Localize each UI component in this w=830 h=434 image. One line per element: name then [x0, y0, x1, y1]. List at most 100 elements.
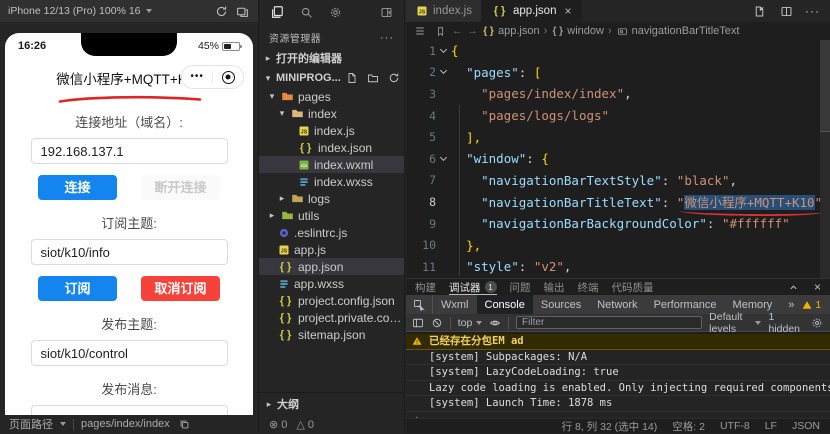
- collapse-sidebar-icon[interactable]: [378, 4, 394, 20]
- tree-item-index-wxss[interactable]: index.wxss: [259, 173, 404, 190]
- warning-icon: !: [412, 336, 422, 351]
- outline-list-icon[interactable]: [412, 23, 428, 39]
- subscribe-button[interactable]: 订阅: [38, 276, 117, 301]
- fold-toggle[interactable]: [436, 153, 451, 161]
- devtools-tab-console[interactable]: Console: [476, 295, 533, 314]
- chevron-down-icon[interactable]: [60, 422, 66, 426]
- open-preview-icon[interactable]: [751, 3, 767, 19]
- more-actions-icon[interactable]: ···: [805, 4, 820, 18]
- eye-icon[interactable]: [489, 315, 501, 331]
- fold-toggle[interactable]: [436, 67, 451, 75]
- status-indentation[interactable]: 空格: 2: [672, 419, 705, 434]
- devtools-tabbar: Wxml Console Sources Network Performance Memo…: [406, 295, 830, 314]
- panel-tab-代码质量[interactable]: 代码质量: [612, 279, 654, 295]
- tree-item-index-js[interactable]: JS index.js: [259, 122, 404, 139]
- tree-item-utils[interactable]: ▸ utils: [259, 207, 404, 224]
- panel-close-icon[interactable]: ×: [814, 280, 821, 294]
- tree-item-project-private-config-js[interactable]: { } project.private.config.js...: [259, 309, 404, 326]
- tree-item-app-json[interactable]: { } app.json: [259, 258, 404, 275]
- nav-back-icon[interactable]: ←: [452, 25, 463, 37]
- nav-forward-icon[interactable]: →: [467, 25, 478, 37]
- capsule-menu[interactable]: •••: [181, 65, 244, 89]
- subscribe-topic-input[interactable]: [30, 239, 228, 265]
- files-icon[interactable]: [269, 4, 285, 20]
- tab-app-json[interactable]: { } app.json ×: [482, 0, 582, 22]
- refresh-icon[interactable]: [386, 70, 402, 86]
- copy-path-icon[interactable]: [177, 416, 193, 432]
- unsubscribe-button[interactable]: 取消订阅: [141, 276, 220, 301]
- code-editor[interactable]: 1{2 "pages": [3 "pages/index/index", 4 "p…: [406, 40, 830, 278]
- status-language-mode[interactable]: JSON: [792, 420, 820, 432]
- status-encoding[interactable]: UTF-8: [720, 420, 750, 432]
- devtools-tab-wxml[interactable]: Wxml: [433, 295, 477, 314]
- tree-item-index[interactable]: ▾ index: [259, 105, 404, 122]
- fold-toggle[interactable]: [436, 45, 451, 53]
- inspect-element-icon[interactable]: [406, 295, 433, 314]
- console-sidebar-icon[interactable]: [412, 315, 424, 331]
- device-selector[interactable]: iPhone 12/13 (Pro) 100% 16: [8, 5, 141, 17]
- address-input[interactable]: [30, 138, 228, 164]
- hidden-count[interactable]: 1 hidden: [768, 311, 802, 335]
- panel-tab-问题[interactable]: 问题: [510, 279, 531, 295]
- tree-item-pages[interactable]: ▾ pages: [259, 88, 404, 105]
- publish-message-input[interactable]: [30, 405, 228, 415]
- clear-console-icon[interactable]: [431, 315, 443, 331]
- open-editors-section[interactable]: ▸ 打开的编辑器: [259, 48, 404, 68]
- new-file-icon[interactable]: [344, 70, 360, 86]
- tree-item-sitemap-json[interactable]: { } sitemap.json: [259, 326, 404, 343]
- new-folder-icon[interactable]: [365, 70, 381, 86]
- annotated-selection: 微信小程序+MQTT+K10: [684, 195, 815, 211]
- chevron-down-icon[interactable]: [145, 9, 152, 13]
- bookmark-icon[interactable]: [432, 23, 448, 39]
- wxss-icon: [277, 277, 290, 290]
- split-editor-icon[interactable]: [778, 3, 794, 19]
- rotate-device-icon[interactable]: [213, 3, 229, 19]
- panel-tab-调试器[interactable]: 调试器 1: [449, 279, 497, 295]
- disconnect-button[interactable]: 断开连接: [141, 175, 220, 200]
- tree-item-project-config-json[interactable]: { } project.config.json: [259, 292, 404, 309]
- panel-maximize-icon[interactable]: [786, 279, 802, 295]
- code-line-6: 6 "window": {: [406, 148, 830, 170]
- tree-item-index-json[interactable]: { } index.json: [259, 139, 404, 156]
- tab-index-js[interactable]: JS index.js: [406, 0, 482, 22]
- multi-device-icon[interactable]: [234, 3, 250, 19]
- editor-scrollbar[interactable]: [820, 40, 830, 278]
- publish-topic-input[interactable]: [30, 340, 228, 366]
- problems-status[interactable]: ⊗ 0 △ 0: [259, 415, 404, 433]
- tree-item-logs[interactable]: ▸ logs: [259, 190, 404, 207]
- tree-item-eslintrc-js[interactable]: .eslintrc.js: [259, 224, 404, 241]
- devtools-warning-badge[interactable]: 1: [802, 299, 821, 311]
- tree-item-app-wxss[interactable]: app.wxss: [259, 275, 404, 292]
- outline-section[interactable]: ▸ 大纲: [259, 392, 404, 415]
- search-icon[interactable]: [298, 4, 314, 20]
- devtools-tab-sources[interactable]: Sources: [533, 295, 589, 314]
- explorer-more-icon[interactable]: ···: [380, 32, 394, 44]
- more-menu-icon[interactable]: •••: [190, 72, 204, 82]
- project-name: MINIPROG...: [276, 72, 341, 84]
- page-path-label[interactable]: 页面路径: [9, 416, 53, 432]
- connect-button[interactable]: 连接: [38, 175, 117, 200]
- code-text: "navigationBarBackgroundColor": "#ffffff…: [481, 216, 790, 232]
- line-number: 6: [429, 151, 436, 166]
- tree-item-index-wxml[interactable]: <> index.wxml: [259, 156, 404, 173]
- devtools-tab-network[interactable]: Network: [589, 295, 645, 314]
- wxss-icon: [297, 175, 310, 188]
- status-cursor-position[interactable]: 行 8, 列 32 (选中 14): [562, 419, 658, 434]
- breadcrumb-item-navigationbartitletext[interactable]: navigationBarTitleText: [616, 25, 739, 38]
- breadcrumb-item-app-json[interactable]: { } app.json: [482, 25, 539, 38]
- close-capsule-icon[interactable]: [221, 70, 235, 84]
- panel-tab-输出[interactable]: 输出: [544, 279, 565, 295]
- breadcrumb-item-window[interactable]: { } window: [551, 25, 603, 38]
- console-settings-icon[interactable]: [811, 315, 825, 331]
- line-number: 1: [429, 43, 436, 58]
- context-selector[interactable]: top: [458, 317, 483, 329]
- filter-input[interactable]: [516, 316, 703, 329]
- settings-gear-icon[interactable]: [327, 4, 343, 20]
- close-tab-icon[interactable]: ×: [564, 4, 571, 18]
- log-levels-selector[interactable]: Default levels: [709, 311, 762, 335]
- tree-item-app-js[interactable]: JS app.js: [259, 241, 404, 258]
- panel-tab-构建[interactable]: 构建: [415, 279, 436, 295]
- status-eol[interactable]: LF: [765, 420, 777, 432]
- panel-tab-终端[interactable]: 终端: [578, 279, 599, 295]
- project-root-row[interactable]: ▾ MINIPROG...: [259, 68, 419, 88]
